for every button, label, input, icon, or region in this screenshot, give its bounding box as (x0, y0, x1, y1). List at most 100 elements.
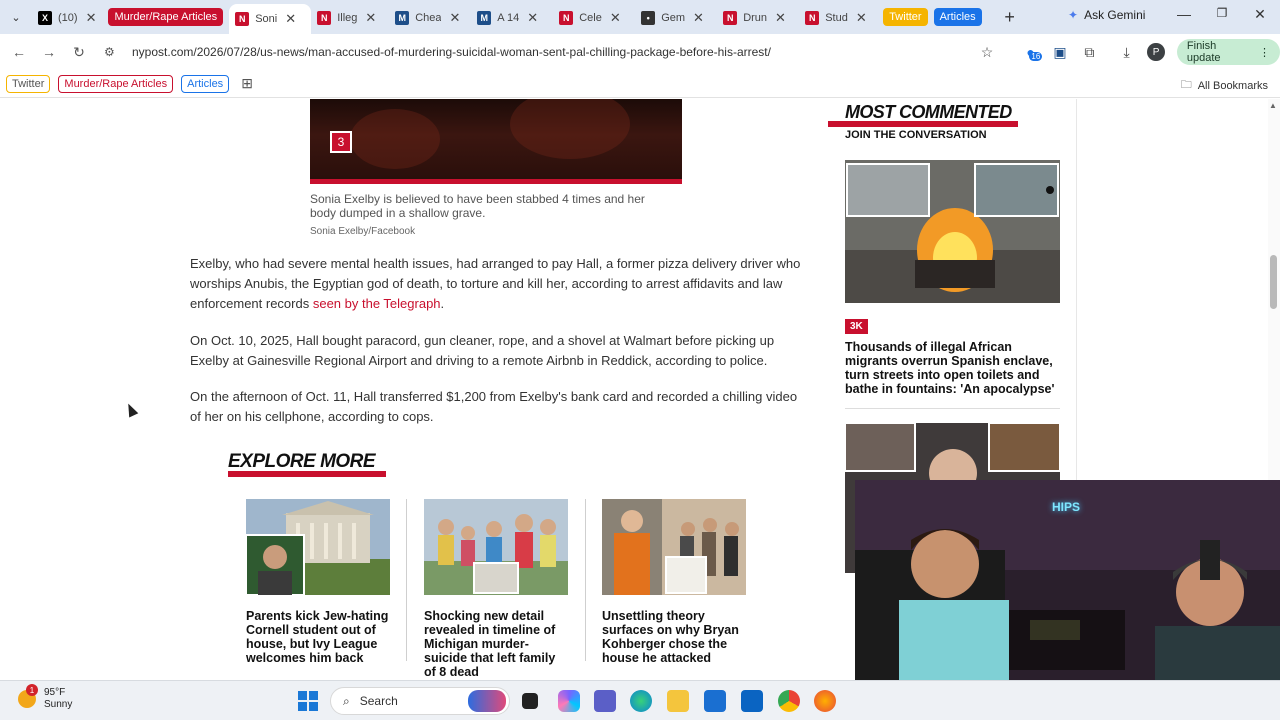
teams-icon[interactable] (594, 690, 616, 712)
url-text: nypost.com/2026/07/28/us-news/man-accuse… (132, 45, 771, 59)
taskbar-search-label: Search (359, 694, 398, 708)
windows-start-icon[interactable] (298, 691, 318, 711)
explore-card-title[interactable]: Shocking new detail revealed in timeline… (424, 609, 570, 679)
tab-article[interactable]: N Illeg ✕ (311, 5, 389, 31)
gallery-count-badge[interactable]: 3 (330, 131, 352, 153)
extensions-puzzle-icon[interactable]: ⧉ (1075, 44, 1104, 61)
widget-app-icon[interactable] (468, 690, 506, 712)
most-commented-heading: MOST COMMENTED (845, 102, 1012, 122)
explore-card-image[interactable] (246, 499, 390, 595)
tab-group-murder-articles[interactable]: Murder/Rape Articles (108, 8, 224, 26)
tab-article[interactable]: N Cele ✕ (553, 5, 635, 31)
finish-update-button[interactable]: Finish update ⋮ (1176, 39, 1280, 65)
tab-article[interactable]: N Stud ✕ (799, 5, 877, 31)
task-view-icon[interactable] (522, 693, 538, 709)
extension-icon[interactable]: ●16 (1016, 44, 1045, 61)
close-icon[interactable]: ✕ (856, 10, 867, 26)
article-paragraph: Exelby, who had severe mental health iss… (190, 254, 805, 314)
bookmark-star-icon[interactable]: ☆ (972, 44, 1002, 61)
divider (406, 499, 407, 661)
ask-gemini-button[interactable]: ✦ Ask Gemini (1068, 8, 1145, 22)
tab-active-article[interactable]: N Soni ✕ (229, 4, 312, 34)
apps-grid-icon[interactable]: ⊞ (241, 75, 253, 92)
explore-card-title[interactable]: Unsettling theory surfaces on why Bryan … (602, 609, 748, 665)
tab-label: A 14 (497, 12, 520, 24)
tab-article[interactable]: N Drun ✕ (717, 5, 799, 31)
forward-arrow-icon[interactable]: → (34, 44, 64, 60)
explore-card[interactable]: Unsettling theory surfaces on why Bryan … (602, 499, 748, 665)
store-icon[interactable] (704, 690, 726, 712)
weather-temp: 95°F (44, 687, 66, 698)
site-info-icon[interactable]: ⚙ (104, 45, 124, 59)
profile-avatar[interactable]: P (1147, 43, 1165, 61)
close-icon[interactable]: ✕ (693, 10, 704, 26)
nypost-logo-icon: N (805, 11, 820, 25)
weather-widget[interactable]: 1 95°F Sunny (18, 684, 73, 711)
windows-taskbar: 1 95°F Sunny ⌕ Search (0, 680, 1280, 720)
edge-icon[interactable] (630, 690, 652, 712)
restore-icon[interactable]: ❐ (1212, 6, 1232, 20)
close-icon[interactable]: ✕ (86, 10, 97, 26)
close-icon[interactable]: ✕ (527, 10, 538, 26)
explore-card-image[interactable] (602, 499, 746, 595)
firefox-icon[interactable] (814, 690, 836, 712)
tab-group-twitter[interactable]: Twitter (883, 8, 928, 26)
explore-more-heading: EXPLORE MORE (228, 451, 376, 472)
reload-icon[interactable]: ↻ (64, 44, 94, 61)
chrome-icon[interactable] (778, 690, 800, 712)
all-bookmarks-button[interactable]: 🗀 All Bookmarks (1181, 76, 1268, 95)
tab-search-chevron-icon[interactable]: ⌄ (0, 0, 32, 34)
explore-card[interactable]: Shocking new detail revealed in timeline… (424, 499, 570, 679)
sidebar-story-image[interactable] (845, 160, 1060, 303)
address-bar[interactable]: ⚙ nypost.com/2026/07/28/us-news/man-accu… (104, 38, 1004, 66)
article-paragraph: On Oct. 10, 2025, Hall bought paracord, … (190, 333, 775, 368)
neon-sign: HIPS (1051, 500, 1080, 514)
tab-article[interactable]: M A 14 ✕ (471, 5, 553, 31)
explore-card-image[interactable] (424, 499, 568, 595)
explore-card-title[interactable]: Parents kick Jew-hating Cornell student … (246, 609, 392, 665)
tab-gemini[interactable]: • Gem ✕ (635, 5, 717, 31)
paragraph-text: Exelby, who had severe mental health iss… (190, 256, 801, 311)
explore-card[interactable]: Parents kick Jew-hating Cornell student … (246, 499, 392, 665)
back-arrow-icon[interactable]: ← (4, 44, 34, 60)
more-vert-icon: ⋮ (1259, 46, 1271, 59)
kohberger-photo (602, 499, 746, 595)
riot-photo (845, 160, 1060, 303)
bookmark-twitter[interactable]: Twitter (6, 74, 51, 93)
bookmark-articles[interactable]: Articles (181, 74, 230, 93)
nypost-logo-icon: N (317, 11, 332, 25)
gemini-sparkle-icon: ✦ (1068, 8, 1079, 22)
nypost-logo-icon: N (235, 12, 250, 26)
minimize-icon[interactable]: — (1174, 6, 1194, 22)
tab-x[interactable]: X (10) ✕ (32, 5, 102, 31)
tab-label: Chea (415, 12, 442, 24)
photo-divider (310, 179, 682, 184)
m-logo-icon: M (477, 11, 492, 25)
folder-icon: 🗀 (1180, 79, 1192, 91)
sidebar-story-title[interactable]: Thousands of illegal African migrants ov… (845, 340, 1060, 396)
telegraph-link[interactable]: seen by the Telegraph (313, 296, 441, 311)
scrollbar-thumb[interactable] (1270, 255, 1277, 309)
divider (845, 408, 1060, 409)
scroll-up-icon[interactable]: ▲ (1269, 101, 1277, 110)
new-tab-button[interactable]: + (998, 7, 1022, 28)
close-icon[interactable]: ✕ (610, 10, 621, 26)
tab-group-articles[interactable]: Articles (933, 8, 982, 26)
paragraph-text: . (440, 296, 445, 311)
close-icon[interactable]: ✕ (775, 10, 786, 26)
file-explorer-icon[interactable] (667, 690, 689, 712)
tab-label: Drun (743, 12, 768, 24)
close-icon[interactable]: ✕ (449, 10, 460, 26)
mail-icon[interactable] (741, 690, 763, 712)
copilot-icon[interactable] (558, 690, 580, 712)
weather-condition: Sunny (44, 699, 73, 710)
article-photo[interactable]: 3 (310, 99, 682, 179)
m-extension-icon[interactable]: ▣ (1045, 44, 1074, 61)
window-close-icon[interactable]: ✕ (1250, 6, 1270, 23)
close-icon[interactable]: ✕ (285, 11, 296, 27)
download-icon[interactable]: ⤓ (1112, 44, 1141, 61)
bookmark-murder-articles[interactable]: Murder/Rape Articles (58, 74, 174, 93)
tab-article[interactable]: M Chea ✕ (389, 5, 471, 31)
cornell-photo (246, 499, 390, 595)
close-icon[interactable]: ✕ (365, 10, 376, 26)
